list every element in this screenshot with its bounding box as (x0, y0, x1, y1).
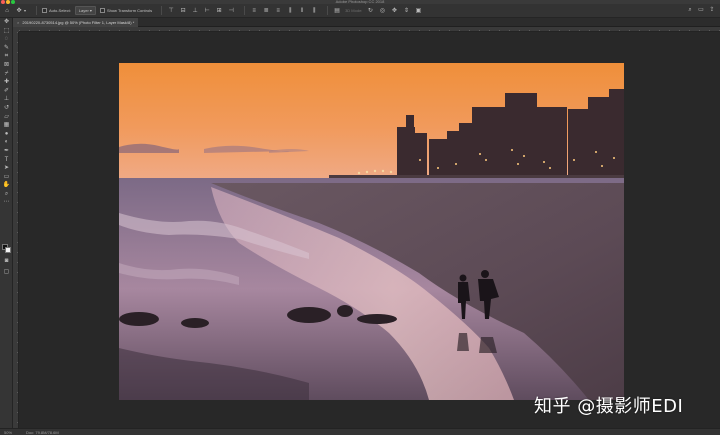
align-middle-icon[interactable]: ⊟ (179, 6, 187, 15)
zoom-level[interactable]: 50% (4, 430, 12, 435)
gradient-tool-icon[interactable]: ▦ (0, 121, 13, 130)
history-brush-tool-icon[interactable]: ↺ (0, 104, 13, 113)
distribute-top-icon[interactable]: ≡ (250, 6, 258, 15)
quick-mask-icon[interactable]: ◙ (0, 258, 13, 264)
distribute-bottom-icon[interactable]: ≡ (274, 6, 282, 15)
roll-3d-icon[interactable]: ◎ (378, 6, 386, 15)
tools-panel: ✥ ⬚ ◌ ✎ ⌗ ⊠ ⌿ ✚ ✐ ⊥ ↺ ▱ ▦ ● ◐ ✒ T ➤ ▭ ✋ … (0, 18, 13, 429)
distribute-center-icon[interactable]: ‖ (298, 6, 306, 15)
screen-mode-icon[interactable]: ▢ (0, 268, 13, 275)
home-icon[interactable]: ⌂ (3, 6, 11, 15)
brush-tool-icon[interactable]: ✐ (0, 87, 13, 96)
blur-tool-icon[interactable]: ● (0, 130, 13, 139)
hand-tool-icon[interactable]: ✋ (0, 181, 13, 190)
path-selection-tool-icon[interactable]: ➤ (0, 164, 13, 173)
move-tool-icon[interactable]: ✥ (0, 18, 13, 27)
frame-tool-icon[interactable]: ⊠ (0, 61, 13, 70)
eyedropper-tool-icon[interactable]: ⌿ (0, 70, 13, 79)
divider (244, 6, 246, 15)
background-color-swatch[interactable] (5, 247, 11, 253)
document-tab-label: 20190220-8730514.jpg @ 50% (Photo Filter… (22, 20, 135, 25)
close-icon[interactable]: × (17, 18, 19, 27)
marquee-tool-icon[interactable]: ⬚ (0, 27, 13, 36)
crop-tool-icon[interactable]: ⌗ (0, 52, 13, 61)
auto-select-label: Auto-Select: (49, 8, 71, 13)
watermark-text: 知乎 @摄影师EDI (534, 396, 684, 417)
align-center-icon[interactable]: ⊞ (215, 6, 223, 15)
rectangle-tool-icon[interactable]: ▭ (0, 173, 13, 182)
rotate-3d-icon[interactable]: ↻ (366, 6, 374, 15)
options-right-group: ⌕ ▭ ⇪ (683, 6, 716, 14)
auto-select-dropdown[interactable]: Layer ▾ (74, 6, 96, 15)
align-top-icon[interactable]: ⊤ (167, 6, 175, 15)
distribute-middle-icon[interactable]: ≣ (262, 6, 270, 15)
divider (161, 6, 163, 15)
transform-controls-checkbox[interactable]: Show Transform Controls (99, 6, 153, 15)
document-tab-bar: × 20190220-8730514.jpg @ 50% (Photo Filt… (13, 18, 720, 27)
auto-select-checkbox[interactable]: Auto-Select: (42, 6, 71, 15)
auto-select-value: Layer (78, 8, 89, 13)
slide-3d-icon[interactable]: ⇕ (402, 6, 410, 15)
mode-3d-label: 3D Mode: (345, 8, 363, 13)
clone-stamp-tool-icon[interactable]: ⊥ (0, 95, 13, 104)
beach-sunset-photo (119, 63, 624, 400)
options-bar: ⌂ ✥ ▾ Auto-Select: Layer ▾ Show Transform… (0, 4, 720, 18)
search-icon[interactable]: ⌕ (686, 6, 694, 14)
drag-3d-icon[interactable]: ✥ (390, 6, 398, 15)
scale-3d-icon[interactable]: ▣ (414, 6, 422, 15)
move-tool-icon[interactable]: ✥ ▾ (15, 6, 27, 15)
share-icon[interactable]: ⇪ (708, 6, 716, 14)
align-right-icon[interactable]: ⊣ (227, 6, 235, 15)
eraser-tool-icon[interactable]: ▱ (0, 113, 13, 122)
align-bottom-icon[interactable]: ⊥ (191, 6, 199, 15)
pen-tool-icon[interactable]: ✒ (0, 147, 13, 156)
quick-select-tool-icon[interactable]: ✎ (0, 44, 13, 53)
dodge-tool-icon[interactable]: ◐ (0, 138, 13, 147)
lasso-tool-icon[interactable]: ◌ (0, 35, 13, 44)
healing-brush-tool-icon[interactable]: ✚ (0, 78, 13, 87)
document-canvas-image[interactable] (119, 63, 624, 400)
divider (36, 6, 37, 15)
edit-toolbar-icon[interactable]: ⋯ (0, 198, 13, 207)
align-left-icon[interactable]: ⊢ (203, 6, 211, 15)
divider (327, 6, 329, 15)
workspace-icon[interactable]: ▭ (697, 6, 705, 14)
zoom-tool-icon[interactable]: ⌕ (0, 190, 13, 199)
distribute-left-icon[interactable]: ⫼ (286, 6, 294, 15)
status-bar: 50% Doc: 79.8M/78.6M (0, 428, 720, 435)
type-tool-icon[interactable]: T (0, 156, 13, 165)
document-tab[interactable]: × 20190220-8730514.jpg @ 50% (Photo Filt… (13, 18, 139, 27)
document-info[interactable]: Doc: 79.8M/78.6M (26, 430, 59, 435)
auto-align-icon[interactable]: ▤ (333, 6, 341, 15)
distribute-right-icon[interactable]: ⫼ (310, 6, 318, 15)
transform-controls-label: Show Transform Controls (106, 8, 153, 13)
